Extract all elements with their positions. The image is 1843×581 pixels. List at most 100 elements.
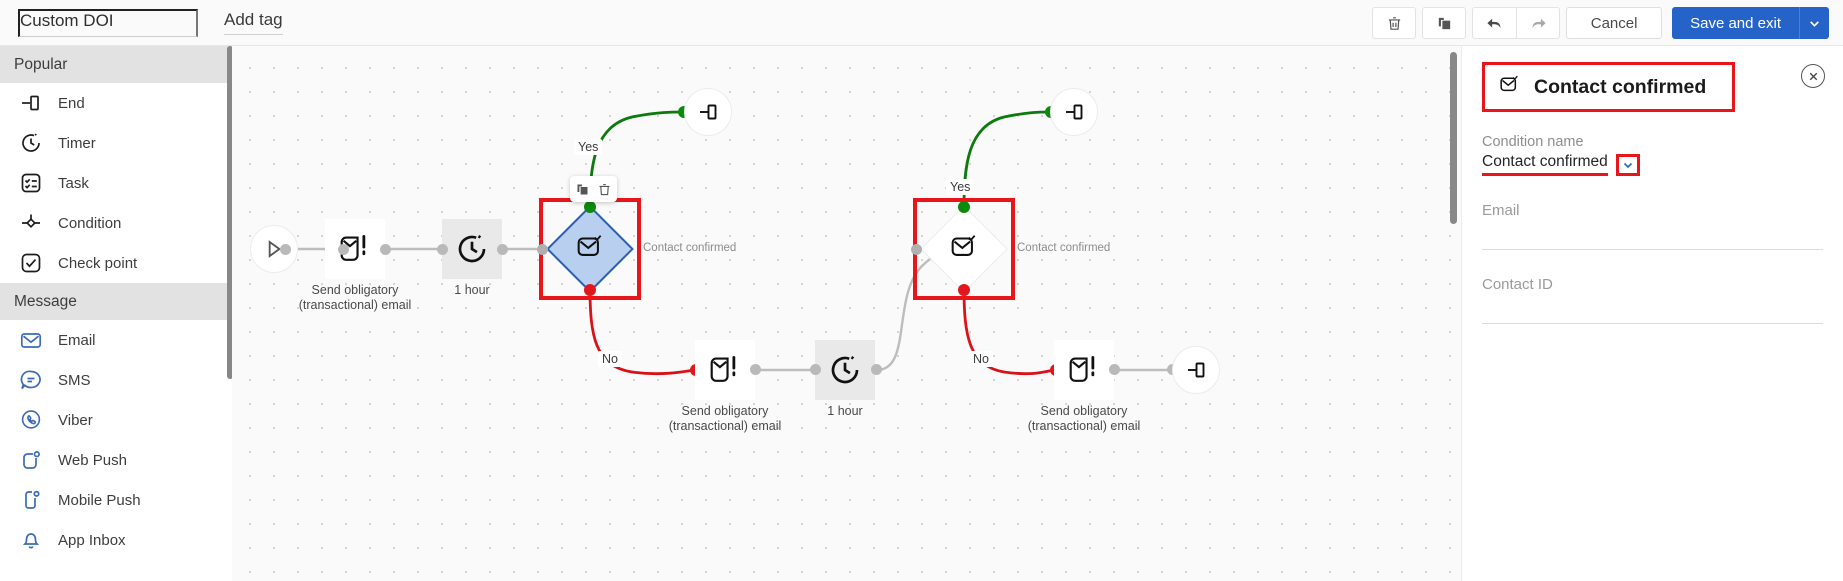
email-node-box[interactable] bbox=[325, 219, 385, 279]
chevron-down-icon bbox=[1810, 20, 1819, 27]
sidebar-item-condition[interactable]: Condition bbox=[0, 203, 232, 243]
port-cond1-yes[interactable] bbox=[584, 201, 596, 213]
port-timer2-in[interactable] bbox=[810, 364, 821, 375]
sidebar-item-task[interactable]: Task bbox=[0, 163, 232, 203]
sms-bubble-icon bbox=[18, 367, 44, 393]
sidebar-item-sms[interactable]: SMS bbox=[0, 360, 232, 400]
node-timer-2[interactable]: 1 hour bbox=[815, 340, 875, 418]
port-cond1-no[interactable] bbox=[584, 284, 596, 296]
end-node-icon bbox=[700, 104, 717, 120]
port-timer1-out[interactable] bbox=[497, 244, 508, 255]
condition-name-select[interactable]: Contact confirmed bbox=[1482, 153, 1823, 176]
email-node-box[interactable] bbox=[1054, 340, 1114, 400]
sidebar-section-message: Message bbox=[0, 283, 232, 320]
sidebar-item-app-inbox[interactable]: App Inbox bbox=[0, 520, 232, 560]
condition-node-highlighted[interactable] bbox=[913, 198, 1015, 300]
end-node-circle[interactable] bbox=[684, 88, 732, 136]
delete-button[interactable] bbox=[1372, 7, 1417, 39]
duplicate-button[interactable] bbox=[1422, 7, 1467, 39]
port-timer1-in[interactable] bbox=[437, 244, 448, 255]
panel-close-button[interactable] bbox=[1801, 64, 1825, 88]
condition-name-value: Contact confirmed bbox=[1482, 153, 1608, 176]
node-label: Send obligatory (transactional) email bbox=[298, 283, 412, 312]
port-cond1-in[interactable] bbox=[537, 244, 548, 255]
sidebar-item-email[interactable]: Email bbox=[0, 320, 232, 360]
close-icon bbox=[1809, 72, 1817, 80]
blocks-sidebar[interactable]: Popular End Timer Task Condition Check p… bbox=[0, 46, 232, 581]
sidebar-item-label: Timer bbox=[58, 134, 96, 152]
contact-id-field[interactable]: Contact ID bbox=[1482, 276, 1823, 324]
check-point-icon bbox=[18, 250, 44, 276]
email-field[interactable]: Email bbox=[1482, 202, 1823, 250]
sidebar-section-popular: Popular bbox=[0, 46, 232, 83]
undo-arrow-icon bbox=[1487, 18, 1501, 28]
sidebar-item-label: Mobile Push bbox=[58, 491, 141, 509]
viber-icon bbox=[18, 407, 44, 433]
save-and-exit-button[interactable]: Save and exit bbox=[1672, 7, 1799, 39]
sidebar-item-end[interactable]: End bbox=[0, 83, 232, 123]
edge-label-no-2: No bbox=[969, 351, 993, 367]
port-email2-out[interactable] bbox=[750, 364, 761, 375]
node-label: Send obligatory (transactional) email bbox=[1027, 404, 1141, 433]
port-email1-in[interactable] bbox=[338, 244, 349, 255]
end-node-circle[interactable] bbox=[1050, 88, 1098, 136]
condition-node-selected[interactable] bbox=[539, 198, 641, 300]
envelope-icon bbox=[18, 327, 44, 353]
node-timer-1[interactable]: 1 hour bbox=[442, 219, 502, 297]
sidebar-item-label: End bbox=[58, 94, 85, 112]
port-timer2-out[interactable] bbox=[871, 364, 882, 375]
node-duplicate-button[interactable] bbox=[575, 182, 590, 197]
timer-node-box[interactable] bbox=[442, 219, 502, 279]
workflow-name-input[interactable] bbox=[18, 8, 198, 37]
port-cond2-no[interactable] bbox=[958, 284, 970, 296]
task-checklist-icon bbox=[18, 170, 44, 196]
node-email-3[interactable]: Send obligatory (transactional) email bbox=[1028, 340, 1140, 433]
end-node-circle[interactable] bbox=[1172, 346, 1220, 394]
workflow-canvas[interactable]: Send obligatory (transactional) email 1 … bbox=[232, 46, 1461, 581]
port-start-out[interactable] bbox=[280, 244, 291, 255]
node-end-3[interactable] bbox=[1172, 346, 1220, 394]
port-cond2-in[interactable] bbox=[911, 244, 922, 255]
edge-label-yes-2: Yes bbox=[946, 179, 975, 195]
web-push-icon bbox=[18, 447, 44, 473]
port-email3-out[interactable] bbox=[1109, 364, 1120, 375]
canvas-vertical-scrollbar[interactable] bbox=[1450, 52, 1457, 224]
sidebar-item-mobile-push[interactable]: Mobile Push bbox=[0, 480, 232, 520]
edge-cond2-yes bbox=[962, 110, 1051, 208]
node-end-1[interactable] bbox=[684, 88, 732, 136]
undo-redo-group bbox=[1472, 7, 1561, 39]
email-node-box[interactable] bbox=[695, 340, 755, 400]
sidebar-item-label: Condition bbox=[58, 214, 122, 232]
bell-icon bbox=[18, 527, 44, 553]
condition-settings-panel: Contact confirmed Condition name Contact… bbox=[1461, 46, 1843, 581]
node-label: Send obligatory (transactional) email bbox=[668, 404, 782, 433]
undo-button[interactable] bbox=[1472, 7, 1517, 39]
port-email1-out[interactable] bbox=[380, 244, 391, 255]
node-end-2[interactable] bbox=[1050, 88, 1098, 136]
timer-node-box[interactable] bbox=[815, 340, 875, 400]
save-options-button[interactable] bbox=[1799, 7, 1829, 39]
condition-name-caret[interactable] bbox=[1615, 153, 1640, 176]
contact-confirmed-icon bbox=[1497, 72, 1522, 102]
node-email-1[interactable]: Send obligatory (transactional) email bbox=[299, 219, 411, 312]
node-email-2[interactable]: Send obligatory (transactional) email bbox=[669, 340, 781, 433]
node-label: 1 hour bbox=[454, 283, 490, 297]
sidebar-item-viber[interactable]: Viber bbox=[0, 400, 232, 440]
node-context-toolbar[interactable] bbox=[570, 176, 617, 202]
redo-button[interactable] bbox=[1516, 7, 1561, 39]
node-condition-1[interactable]: Contact confirmed bbox=[539, 198, 736, 300]
sidebar-item-timer[interactable]: Timer bbox=[0, 123, 232, 163]
contact-confirmed-icon bbox=[947, 230, 981, 269]
sidebar-item-label: Viber bbox=[58, 411, 93, 429]
sidebar-item-web-push[interactable]: Web Push bbox=[0, 440, 232, 480]
cancel-button[interactable]: Cancel bbox=[1566, 7, 1663, 39]
trash-icon bbox=[599, 183, 610, 195]
node-delete-button[interactable] bbox=[597, 182, 612, 197]
node-condition-2[interactable]: Contact confirmed bbox=[913, 198, 1110, 300]
save-and-exit-group: Save and exit bbox=[1672, 7, 1829, 39]
port-cond2-yes[interactable] bbox=[958, 201, 970, 213]
sidebar-item-check-point[interactable]: Check point bbox=[0, 243, 232, 283]
add-tag-button[interactable]: Add tag bbox=[224, 10, 283, 35]
sidebar-item-label: Web Push bbox=[58, 451, 127, 469]
node-label: 1 hour bbox=[827, 404, 863, 418]
